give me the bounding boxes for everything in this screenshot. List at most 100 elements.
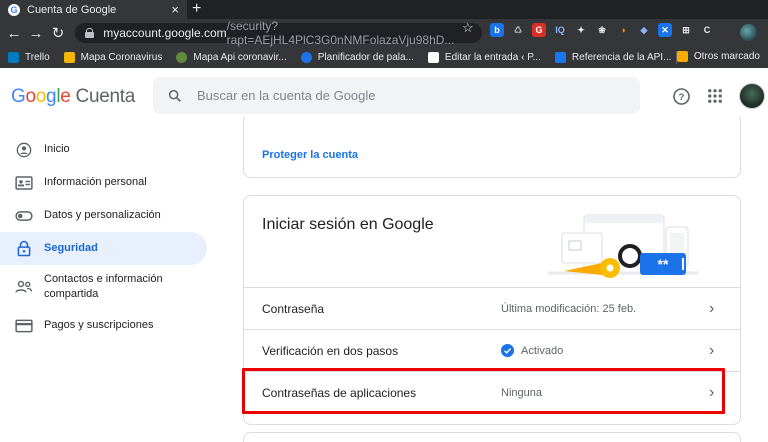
status-text: Activado xyxy=(521,344,564,357)
extension-icon[interactable]: ⊞ xyxy=(679,23,693,37)
forward-icon[interactable]: → xyxy=(25,25,47,42)
url-host: myaccount.google.com xyxy=(103,26,227,40)
bookmark-item[interactable]: Mapa Coronavirus xyxy=(63,52,163,63)
other-bookmarks[interactable]: Otros marcado xyxy=(676,51,760,62)
sidebar-item-contactos[interactable]: Contactos e información compartida xyxy=(0,265,210,309)
bookmark-item[interactable]: Planificador de pala... xyxy=(300,52,414,63)
extension-icon[interactable]: ◑ xyxy=(616,23,630,37)
browser-tab-strip: G Cuenta de Google × + xyxy=(0,0,768,19)
browser-toolbar: ← → ↻ myaccount.google.com/security?rapt… xyxy=(0,19,768,47)
extensions-area: b ♺ G IQ ✦ ❀ ◑ ◆ ✕ ⊞ C xyxy=(490,23,714,37)
bookmark-item[interactable]: Mapa Api coronavir... xyxy=(176,52,287,63)
two-step-verification-row[interactable]: Verificación en dos pasos Activado › xyxy=(244,329,740,371)
password-row[interactable]: Contraseña Última modificación: 25 feb. … xyxy=(244,287,740,329)
google-favicon-icon: G xyxy=(8,3,20,16)
tab-close-icon[interactable]: × xyxy=(171,2,179,17)
protect-account-link[interactable]: Proteger la cuenta xyxy=(262,149,358,161)
sidebar-item-label: Inicio xyxy=(44,143,70,155)
search-icon xyxy=(168,89,181,102)
extension-icon[interactable]: ◆ xyxy=(637,23,651,37)
bookmarks-bar: Trello Mapa Coronavirus Mapa Api coronav… xyxy=(0,47,768,68)
toggle-icon xyxy=(15,207,33,225)
extension-icon[interactable]: b xyxy=(490,23,504,37)
sidebar-item-label: Datos y personalización xyxy=(44,209,161,221)
trello-icon xyxy=(8,52,19,63)
extension-icon[interactable]: ✕ xyxy=(658,23,672,37)
bookmark-label: Mapa Coronavirus xyxy=(80,52,163,63)
address-bar[interactable]: myaccount.google.com/security?rapt=AEjHL… xyxy=(75,19,482,47)
map-icon xyxy=(176,52,188,63)
sidebar-item-pagos[interactable]: Pagos y suscripciones xyxy=(0,309,210,342)
extension-icon[interactable]: IQ xyxy=(553,23,567,37)
sidebar-item-label: Pagos y suscripciones xyxy=(44,319,154,331)
search-placeholder: Buscar en la cuenta de Google xyxy=(197,88,376,103)
extension-icon[interactable]: ✦ xyxy=(574,23,588,37)
sidebar-item-label: Información personal xyxy=(44,176,147,188)
sidebar-nav: Inicio Información personal Datos y pers… xyxy=(0,133,210,342)
sidebar-item-label: Seguridad xyxy=(44,242,98,254)
folder-icon xyxy=(676,51,688,62)
tab-title: Cuenta de Google xyxy=(27,3,117,16)
highlight-annotation xyxy=(242,368,725,414)
row-label: Contraseña xyxy=(262,301,325,316)
signin-card-title: Iniciar sesión en Google xyxy=(262,216,434,233)
logo-letter: e xyxy=(60,86,71,107)
logo-letter: G xyxy=(11,86,26,107)
avatar[interactable] xyxy=(739,83,765,109)
bookmark-label: Mapa Api coronavir... xyxy=(193,52,287,63)
row-label: Verificación en dos pasos xyxy=(262,343,399,358)
extension-icon[interactable]: ❀ xyxy=(595,23,609,37)
logo-letter: o xyxy=(35,86,47,107)
bookmark-label: Trello xyxy=(25,52,50,63)
browser-tab[interactable]: G Cuenta de Google × xyxy=(0,0,187,19)
id-card-icon xyxy=(15,174,33,192)
bookmark-label: Planificador de pala... xyxy=(317,52,414,63)
check-circle-icon xyxy=(501,344,514,357)
chevron-right-icon: › xyxy=(709,341,715,359)
svg-text:?: ? xyxy=(679,92,685,103)
back-icon[interactable]: ← xyxy=(3,25,25,42)
sidebar-item-seguridad[interactable]: Seguridad xyxy=(0,232,207,265)
facebook-icon xyxy=(554,52,566,63)
next-card xyxy=(243,432,741,442)
bookmark-star-icon[interactable]: ☆ xyxy=(462,20,474,36)
logo-letter: g xyxy=(46,86,57,107)
protect-account-card: Proteger la cuenta xyxy=(243,117,741,178)
google-account-logo[interactable]: Google Cuenta xyxy=(11,86,135,108)
signin-illustration: ** xyxy=(548,214,698,278)
sidebar-item-info-personal[interactable]: Información personal xyxy=(0,166,210,199)
logo-letter: o xyxy=(25,86,36,107)
help-icon[interactable]: ? xyxy=(672,87,691,106)
sidebar-item-datos[interactable]: Datos y personalización xyxy=(0,199,210,232)
bookmark-item[interactable]: Referencia de la API... xyxy=(554,52,672,63)
chrome-profile-avatar[interactable] xyxy=(740,24,757,41)
sidebar-item-inicio[interactable]: Inicio xyxy=(0,133,210,166)
status-badge: Activado xyxy=(501,344,563,357)
planner-icon xyxy=(300,52,312,63)
chevron-right-icon: › xyxy=(709,299,715,317)
bookmark-item[interactable]: Trello xyxy=(8,52,50,63)
extension-icon[interactable]: ♺ xyxy=(511,23,525,37)
row-value: Última modificación: 25 feb. xyxy=(501,302,637,315)
home-icon xyxy=(15,141,33,159)
people-icon xyxy=(15,278,33,296)
extension-icon[interactable]: C xyxy=(700,23,714,37)
card-icon xyxy=(15,317,33,335)
password-mask: ** xyxy=(658,256,669,272)
extension-icon[interactable]: G xyxy=(532,23,546,37)
blog-icon xyxy=(427,52,439,63)
new-tab-button[interactable]: + xyxy=(192,0,201,19)
account-search-box[interactable]: Buscar en la cuenta de Google xyxy=(153,77,640,114)
url-path: /security?rapt=AEjHL4PlC3G0nNMFolazaVju9… xyxy=(226,19,455,47)
sidebar-item-label: Contactos e información compartida xyxy=(44,273,163,300)
map-icon xyxy=(63,52,75,63)
lock-icon xyxy=(15,240,33,258)
apps-grid-icon[interactable] xyxy=(706,87,724,105)
other-bookmarks-label: Otros marcado xyxy=(693,51,760,62)
bookmark-item[interactable]: Editar la entrada ‹ P... xyxy=(427,52,541,63)
bookmark-label: Editar la entrada ‹ P... xyxy=(444,52,541,63)
product-name: Cuenta xyxy=(75,86,136,107)
reload-icon[interactable]: ↻ xyxy=(47,24,69,42)
bookmark-label: Referencia de la API... xyxy=(571,52,672,63)
lock-icon xyxy=(85,28,95,38)
